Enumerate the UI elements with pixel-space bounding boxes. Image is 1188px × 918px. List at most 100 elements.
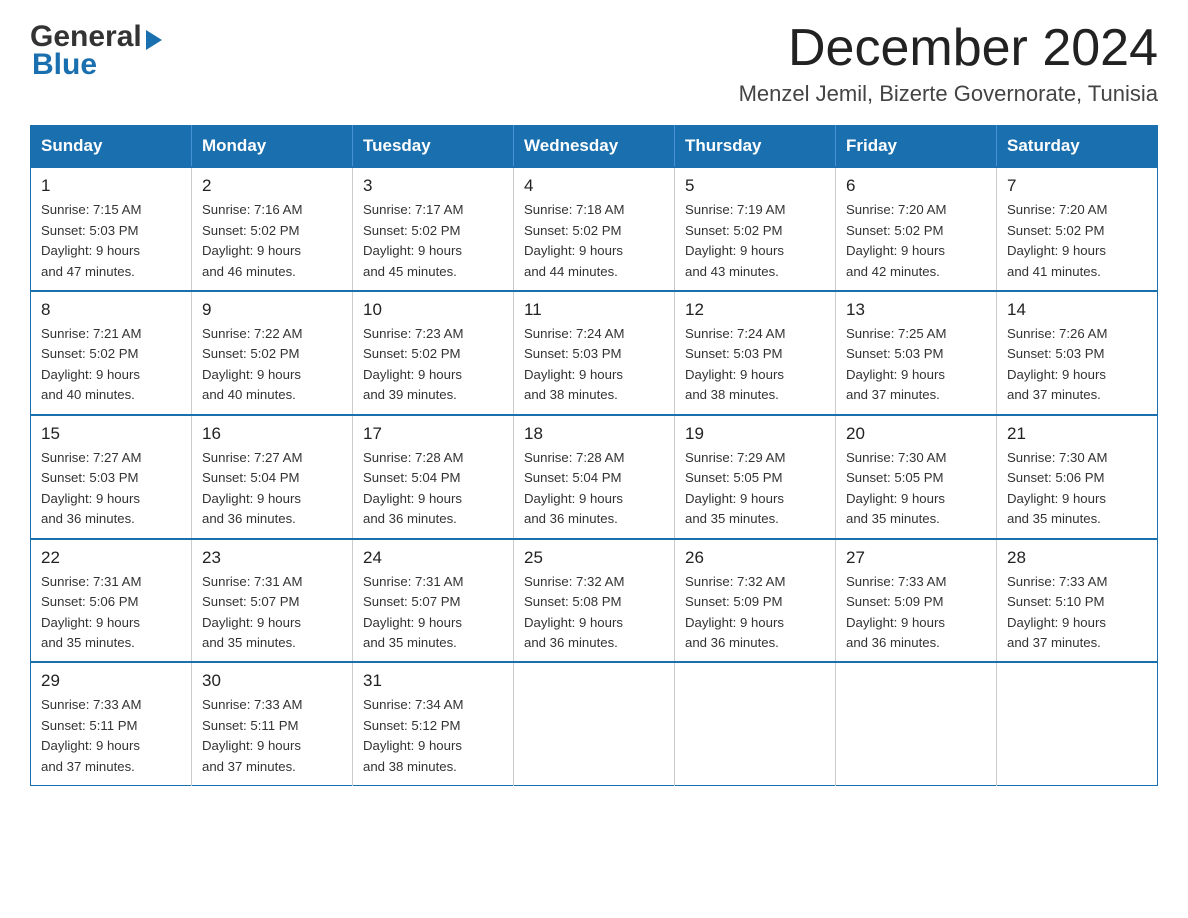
day-info: Sunrise: 7:16 AMSunset: 5:02 PMDaylight:… — [202, 200, 342, 282]
calendar-cell: 2 Sunrise: 7:16 AMSunset: 5:02 PMDayligh… — [192, 167, 353, 291]
calendar-cell: 9 Sunrise: 7:22 AMSunset: 5:02 PMDayligh… — [192, 291, 353, 415]
calendar-cell: 23 Sunrise: 7:31 AMSunset: 5:07 PMDaylig… — [192, 539, 353, 663]
calendar-cell: 24 Sunrise: 7:31 AMSunset: 5:07 PMDaylig… — [353, 539, 514, 663]
calendar-table: SundayMondayTuesdayWednesdayThursdayFrid… — [30, 125, 1158, 786]
day-info: Sunrise: 7:17 AMSunset: 5:02 PMDaylight:… — [363, 200, 503, 282]
day-number: 4 — [524, 176, 664, 196]
day-info: Sunrise: 7:28 AMSunset: 5:04 PMDaylight:… — [363, 448, 503, 530]
day-number: 7 — [1007, 176, 1147, 196]
calendar-cell: 15 Sunrise: 7:27 AMSunset: 5:03 PMDaylig… — [31, 415, 192, 539]
day-info: Sunrise: 7:26 AMSunset: 5:03 PMDaylight:… — [1007, 324, 1147, 406]
calendar-cell: 4 Sunrise: 7:18 AMSunset: 5:02 PMDayligh… — [514, 167, 675, 291]
calendar-cell: 19 Sunrise: 7:29 AMSunset: 5:05 PMDaylig… — [675, 415, 836, 539]
calendar-cell: 21 Sunrise: 7:30 AMSunset: 5:06 PMDaylig… — [997, 415, 1158, 539]
day-number: 8 — [41, 300, 181, 320]
weekday-header-sunday: Sunday — [31, 126, 192, 168]
day-info: Sunrise: 7:31 AMSunset: 5:07 PMDaylight:… — [202, 572, 342, 654]
day-info: Sunrise: 7:28 AMSunset: 5:04 PMDaylight:… — [524, 448, 664, 530]
calendar-week-2: 8 Sunrise: 7:21 AMSunset: 5:02 PMDayligh… — [31, 291, 1158, 415]
day-info: Sunrise: 7:33 AMSunset: 5:09 PMDaylight:… — [846, 572, 986, 654]
day-info: Sunrise: 7:27 AMSunset: 5:03 PMDaylight:… — [41, 448, 181, 530]
day-number: 29 — [41, 671, 181, 691]
calendar-header: SundayMondayTuesdayWednesdayThursdayFrid… — [31, 126, 1158, 168]
title-block: December 2024 Menzel Jemil, Bizerte Gove… — [739, 20, 1158, 107]
day-info: Sunrise: 7:25 AMSunset: 5:03 PMDaylight:… — [846, 324, 986, 406]
weekday-header-wednesday: Wednesday — [514, 126, 675, 168]
day-number: 26 — [685, 548, 825, 568]
day-number: 17 — [363, 424, 503, 444]
day-number: 12 — [685, 300, 825, 320]
day-info: Sunrise: 7:24 AMSunset: 5:03 PMDaylight:… — [685, 324, 825, 406]
day-number: 5 — [685, 176, 825, 196]
calendar-cell: 1 Sunrise: 7:15 AMSunset: 5:03 PMDayligh… — [31, 167, 192, 291]
calendar-cell: 16 Sunrise: 7:27 AMSunset: 5:04 PMDaylig… — [192, 415, 353, 539]
day-number: 14 — [1007, 300, 1147, 320]
day-info: Sunrise: 7:32 AMSunset: 5:09 PMDaylight:… — [685, 572, 825, 654]
weekday-header-saturday: Saturday — [997, 126, 1158, 168]
calendar-week-4: 22 Sunrise: 7:31 AMSunset: 5:06 PMDaylig… — [31, 539, 1158, 663]
calendar-cell: 25 Sunrise: 7:32 AMSunset: 5:08 PMDaylig… — [514, 539, 675, 663]
day-number: 18 — [524, 424, 664, 444]
day-number: 24 — [363, 548, 503, 568]
weekday-header-monday: Monday — [192, 126, 353, 168]
calendar-cell: 18 Sunrise: 7:28 AMSunset: 5:04 PMDaylig… — [514, 415, 675, 539]
page-title: December 2024 — [739, 20, 1158, 77]
day-info: Sunrise: 7:30 AMSunset: 5:06 PMDaylight:… — [1007, 448, 1147, 530]
day-info: Sunrise: 7:20 AMSunset: 5:02 PMDaylight:… — [1007, 200, 1147, 282]
day-number: 30 — [202, 671, 342, 691]
calendar-body: 1 Sunrise: 7:15 AMSunset: 5:03 PMDayligh… — [31, 167, 1158, 786]
calendar-cell: 26 Sunrise: 7:32 AMSunset: 5:09 PMDaylig… — [675, 539, 836, 663]
day-info: Sunrise: 7:21 AMSunset: 5:02 PMDaylight:… — [41, 324, 181, 406]
weekday-header-friday: Friday — [836, 126, 997, 168]
calendar-cell — [997, 662, 1158, 785]
day-number: 3 — [363, 176, 503, 196]
calendar-cell: 27 Sunrise: 7:33 AMSunset: 5:09 PMDaylig… — [836, 539, 997, 663]
day-info: Sunrise: 7:23 AMSunset: 5:02 PMDaylight:… — [363, 324, 503, 406]
day-info: Sunrise: 7:20 AMSunset: 5:02 PMDaylight:… — [846, 200, 986, 282]
calendar-cell: 31 Sunrise: 7:34 AMSunset: 5:12 PMDaylig… — [353, 662, 514, 785]
calendar-cell — [836, 662, 997, 785]
day-info: Sunrise: 7:31 AMSunset: 5:06 PMDaylight:… — [41, 572, 181, 654]
calendar-cell: 5 Sunrise: 7:19 AMSunset: 5:02 PMDayligh… — [675, 167, 836, 291]
logo-blue-text: Blue — [32, 48, 97, 82]
day-number: 9 — [202, 300, 342, 320]
day-number: 25 — [524, 548, 664, 568]
day-number: 21 — [1007, 424, 1147, 444]
calendar-cell: 12 Sunrise: 7:24 AMSunset: 5:03 PMDaylig… — [675, 291, 836, 415]
calendar-cell: 14 Sunrise: 7:26 AMSunset: 5:03 PMDaylig… — [997, 291, 1158, 415]
day-number: 20 — [846, 424, 986, 444]
day-number: 31 — [363, 671, 503, 691]
weekday-header-thursday: Thursday — [675, 126, 836, 168]
calendar-cell: 13 Sunrise: 7:25 AMSunset: 5:03 PMDaylig… — [836, 291, 997, 415]
weekday-row: SundayMondayTuesdayWednesdayThursdayFrid… — [31, 126, 1158, 168]
calendar-cell: 17 Sunrise: 7:28 AMSunset: 5:04 PMDaylig… — [353, 415, 514, 539]
day-info: Sunrise: 7:31 AMSunset: 5:07 PMDaylight:… — [363, 572, 503, 654]
calendar-cell: 29 Sunrise: 7:33 AMSunset: 5:11 PMDaylig… — [31, 662, 192, 785]
day-info: Sunrise: 7:30 AMSunset: 5:05 PMDaylight:… — [846, 448, 986, 530]
day-number: 2 — [202, 176, 342, 196]
day-number: 19 — [685, 424, 825, 444]
day-number: 28 — [1007, 548, 1147, 568]
day-info: Sunrise: 7:24 AMSunset: 5:03 PMDaylight:… — [524, 324, 664, 406]
calendar-cell: 10 Sunrise: 7:23 AMSunset: 5:02 PMDaylig… — [353, 291, 514, 415]
calendar-week-3: 15 Sunrise: 7:27 AMSunset: 5:03 PMDaylig… — [31, 415, 1158, 539]
day-number: 13 — [846, 300, 986, 320]
day-number: 23 — [202, 548, 342, 568]
calendar-cell: 30 Sunrise: 7:33 AMSunset: 5:11 PMDaylig… — [192, 662, 353, 785]
day-number: 27 — [846, 548, 986, 568]
day-info: Sunrise: 7:32 AMSunset: 5:08 PMDaylight:… — [524, 572, 664, 654]
day-number: 22 — [41, 548, 181, 568]
day-number: 6 — [846, 176, 986, 196]
calendar-cell: 11 Sunrise: 7:24 AMSunset: 5:03 PMDaylig… — [514, 291, 675, 415]
calendar-cell: 20 Sunrise: 7:30 AMSunset: 5:05 PMDaylig… — [836, 415, 997, 539]
calendar-cell — [514, 662, 675, 785]
day-info: Sunrise: 7:19 AMSunset: 5:02 PMDaylight:… — [685, 200, 825, 282]
day-number: 11 — [524, 300, 664, 320]
calendar-cell: 8 Sunrise: 7:21 AMSunset: 5:02 PMDayligh… — [31, 291, 192, 415]
calendar-cell — [675, 662, 836, 785]
day-info: Sunrise: 7:33 AMSunset: 5:10 PMDaylight:… — [1007, 572, 1147, 654]
page-header: General Blue December 2024 Menzel Jemil,… — [30, 20, 1158, 107]
day-number: 10 — [363, 300, 503, 320]
day-info: Sunrise: 7:29 AMSunset: 5:05 PMDaylight:… — [685, 448, 825, 530]
calendar-week-1: 1 Sunrise: 7:15 AMSunset: 5:03 PMDayligh… — [31, 167, 1158, 291]
